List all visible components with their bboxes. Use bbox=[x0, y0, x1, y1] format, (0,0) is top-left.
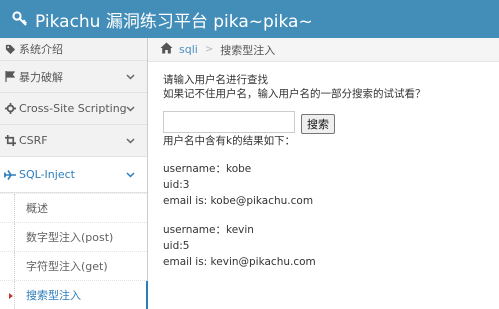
chevron-down-icon bbox=[126, 105, 135, 112]
main-content: 请输入用户名进行查找 如果记不住用户名，输入用户名的一部分搜索的试试看？ 搜索 … bbox=[163, 73, 493, 270]
app-title: Pikachu 漏洞练习平台 pika~pika~ bbox=[35, 11, 313, 32]
chevron-down-icon bbox=[126, 171, 135, 178]
result-username: username：kevin bbox=[163, 224, 254, 236]
breadcrumb-link-sqli[interactable]: sqli bbox=[179, 43, 198, 56]
sidebar-item-label: SQL-Inject bbox=[19, 168, 75, 181]
submenu-item-numeric-post[interactable]: 数字型注入(post) bbox=[0, 222, 147, 251]
sidebar-item-sqli[interactable]: SQL-Inject bbox=[0, 157, 147, 193]
sidebar: 系统介绍 暴力破解 Cross-Site Scripting CSRF SQL-… bbox=[0, 38, 148, 309]
search-hint: 如果记不住用户名，输入用户名的一部分搜索的试试看？ bbox=[163, 88, 426, 100]
result-uid: uid:3 bbox=[163, 179, 190, 191]
caret-right-icon bbox=[9, 293, 13, 299]
search-input[interactable] bbox=[163, 111, 295, 133]
key-icon bbox=[12, 11, 27, 26]
search-prompt: 请输入用户名进行查找 bbox=[163, 74, 268, 86]
result-entry: username：kobe uid:3 email is: kobe@pikac… bbox=[163, 161, 493, 209]
chevron-down-icon bbox=[126, 73, 135, 80]
sidebar-submenu-sqli: 概述 数字型注入(post) 字符型注入(get) 搜索型注入 bbox=[0, 193, 148, 309]
result-entry: username：kevin uid:5 email is: kevin@pik… bbox=[163, 222, 493, 270]
result-email: email is: kobe@pikachu.com bbox=[163, 195, 314, 207]
sidebar-item-label: Cross-Site Scripting bbox=[19, 102, 127, 115]
breadcrumb-current: 搜索型注入 bbox=[220, 43, 276, 57]
result-email: email is: kevin@pikachu.com bbox=[163, 256, 316, 268]
settings-icon bbox=[4, 103, 16, 115]
flag-icon bbox=[4, 71, 16, 83]
search-button[interactable]: 搜索 bbox=[301, 114, 335, 134]
submenu-item-label: 数字型注入(post) bbox=[26, 231, 114, 244]
sidebar-item-csrf[interactable]: CSRF bbox=[0, 125, 147, 157]
submenu-item-search[interactable]: 搜索型注入 bbox=[0, 280, 148, 309]
airplane-icon bbox=[4, 169, 16, 181]
sidebar-item-bruteforce[interactable]: 暴力破解 bbox=[0, 61, 147, 93]
submenu-item-label: 概述 bbox=[26, 202, 48, 215]
home-icon[interactable] bbox=[160, 42, 173, 57]
result-uid: uid:5 bbox=[163, 240, 190, 252]
sidebar-item-label: 系统介绍 bbox=[19, 43, 63, 56]
tag-icon bbox=[4, 43, 16, 55]
sidebar-item-label: 暴力破解 bbox=[19, 70, 63, 84]
sidebar-item-intro[interactable]: 系统介绍 bbox=[0, 38, 147, 61]
submenu-item-string-get[interactable]: 字符型注入(get) bbox=[0, 251, 147, 280]
submenu-item-overview[interactable]: 概述 bbox=[0, 193, 147, 222]
sidebar-item-label: CSRF bbox=[19, 134, 48, 147]
chevron-down-icon bbox=[126, 137, 135, 144]
breadcrumb: sqli > 搜索型注入 bbox=[148, 38, 499, 62]
result-username: username：kobe bbox=[163, 163, 252, 175]
top-navbar: Pikachu 漏洞练习平台 pika~pika~ bbox=[0, 0, 499, 38]
result-header: 用户名中含有k的结果如下： bbox=[163, 135, 296, 147]
submenu-item-label: 字符型注入(get) bbox=[26, 260, 108, 273]
crop-icon bbox=[4, 135, 16, 147]
brand-link[interactable]: Pikachu 漏洞练习平台 pika~pika~ bbox=[12, 7, 313, 32]
sidebar-item-xss[interactable]: Cross-Site Scripting bbox=[0, 93, 147, 125]
search-form: 搜索 bbox=[163, 111, 493, 134]
submenu-item-label: 搜索型注入 bbox=[26, 289, 81, 302]
breadcrumb-separator-icon: > bbox=[204, 44, 214, 55]
